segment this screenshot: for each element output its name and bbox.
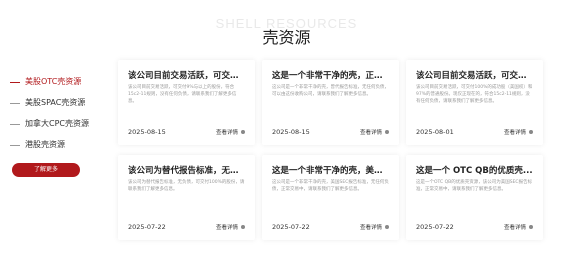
view-details-label: 查看详情 <box>503 225 526 231</box>
dot-icon <box>241 225 245 229</box>
view-details-label: 查看详情 <box>215 225 238 231</box>
card-date: 2025-07-22 <box>272 223 310 231</box>
card-description: 该公司为替代报告标准，无负债，可交付100%的股份，请联系我们了解更多信息。 <box>128 180 245 192</box>
sidebar-item-us-spac[interactable]: 美股SPAC壳资源 <box>10 96 106 117</box>
sidebar-item-label: 加拿大CPC壳资源 <box>25 119 89 128</box>
card-title[interactable]: 这是一个非常干净的壳，正常... <box>272 70 389 82</box>
view-details-label: 查看详情 <box>359 225 382 231</box>
indicator <box>10 123 20 125</box>
card-description: 该公司目前交易活跃，可交付9%与以上的股份，符合15c2-11规则，没有任何负债… <box>128 85 237 104</box>
view-details-label: 查看详情 <box>359 130 382 136</box>
sidebar: 美股OTC壳资源 美股SPAC壳资源 加拿大CPC壳资源 港股壳资源 了解更多 <box>10 75 106 177</box>
dot-icon <box>241 130 245 134</box>
shell-card[interactable]: 该公司目前交易活跃，可交付1... 该公司目前交易活跃，可交付100%的成功股（… <box>406 60 543 145</box>
card-date: 2025-08-01 <box>416 128 454 136</box>
sidebar-item-hk[interactable]: 港股壳资源 <box>10 138 106 159</box>
card-date: 2025-07-22 <box>416 223 454 231</box>
dot-icon <box>529 225 533 229</box>
shell-card[interactable]: 这是一个 OTC QB的优质壳... 这是一个OTC QB的优质壳资源，该公司为… <box>406 155 543 240</box>
shell-card[interactable]: 该公司目前交易活跃，可交付9... 该公司目前交易活跃，可交付9%与以上的股份，… <box>118 60 255 145</box>
dot-icon <box>529 130 533 134</box>
card-title[interactable]: 这是一个非常干净的壳，美国S... <box>272 165 389 177</box>
card-date: 2025-07-22 <box>128 223 166 231</box>
card-date: 2025-08-15 <box>272 128 310 136</box>
view-details-link[interactable]: 查看详情 <box>360 128 389 136</box>
indicator <box>10 102 20 104</box>
card-title[interactable]: 这是一个 OTC QB的优质壳... <box>416 165 533 177</box>
card-description: 该公司目前交易活跃，可交付100%的成功股（美国权）和97%的普通股份。现仅正现… <box>416 85 533 104</box>
sidebar-item-us-otc[interactable]: 美股OTC壳资源 <box>10 75 106 96</box>
card-description: 这公司是一个非常干净的壳，美国SEC报告标准，无任何负债，正常交易中，请联系我们… <box>272 180 389 192</box>
sidebar-item-label: 港股壳资源 <box>25 140 65 149</box>
view-details-link[interactable]: 查看详情 <box>216 128 245 136</box>
dot-icon <box>385 225 389 229</box>
shell-card[interactable]: 这是一个非常干净的壳，美国S... 这公司是一个非常干净的壳，美国SEC报告标准… <box>262 155 399 240</box>
view-details-label: 查看详情 <box>215 130 238 136</box>
shell-card[interactable]: 该公司为替代报告标准，无负... 该公司为替代报告标准，无负债，可交付100%的… <box>118 155 255 240</box>
view-details-link[interactable]: 查看详情 <box>504 128 533 136</box>
card-title[interactable]: 该公司为替代报告标准，无负... <box>128 165 245 177</box>
card-title[interactable]: 该公司目前交易活跃，可交付9... <box>128 70 245 82</box>
card-title[interactable]: 该公司目前交易活跃，可交付1... <box>416 70 533 82</box>
sidebar-item-canada-cpc[interactable]: 加拿大CPC壳资源 <box>10 117 106 138</box>
page-title: 壳资源 <box>262 28 311 47</box>
active-indicator <box>10 81 20 83</box>
learn-more-button[interactable]: 了解更多 <box>12 163 80 177</box>
view-details-label: 查看详情 <box>503 130 526 136</box>
dot-icon <box>385 130 389 134</box>
card-description: 这是一个OTC QB的优质壳资源，该公司为美国SEC报告标准，正常交易中，请联系… <box>416 180 533 192</box>
view-details-link[interactable]: 查看详情 <box>504 223 533 231</box>
shell-card[interactable]: 这是一个非常干净的壳，正常... 这公司是一个非常干净的壳，曾代报告标准，无任何… <box>262 60 399 145</box>
card-description: 这公司是一个非常干净的壳，曾代报告标准，无任何负债，可以由这份收购公司，请联系我… <box>272 85 389 97</box>
sidebar-item-label: 美股SPAC壳资源 <box>25 98 86 107</box>
indicator <box>10 144 20 146</box>
sidebar-item-label: 美股OTC壳资源 <box>25 77 82 86</box>
view-details-link[interactable]: 查看详情 <box>360 223 389 231</box>
card-date: 2025-08-15 <box>128 128 166 136</box>
view-details-link[interactable]: 查看详情 <box>216 223 245 231</box>
